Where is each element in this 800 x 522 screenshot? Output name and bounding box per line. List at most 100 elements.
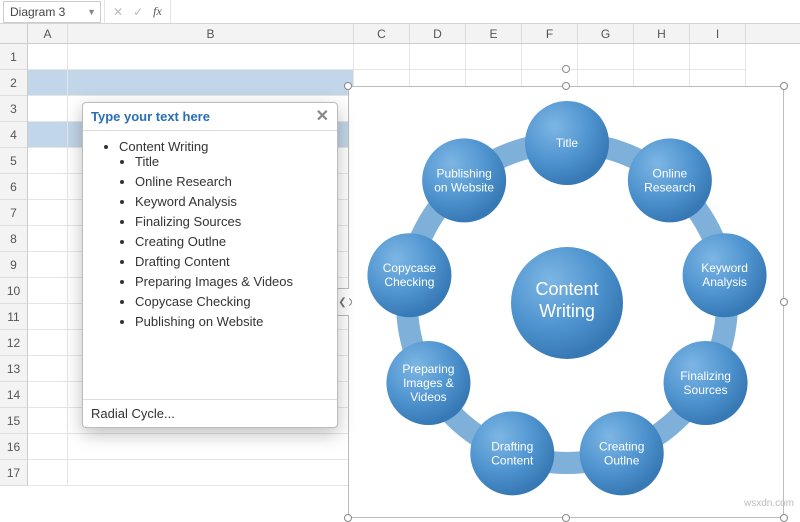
resize-handle[interactable]	[562, 514, 570, 522]
cell[interactable]	[28, 304, 68, 330]
fx-icon[interactable]: fx	[153, 4, 162, 19]
text-pane-item[interactable]: Publishing on Website	[135, 314, 329, 329]
text-pane-root[interactable]: Content Writing	[119, 139, 208, 154]
row-header[interactable]: 5	[0, 148, 27, 174]
name-box-value: Diagram 3	[10, 5, 65, 19]
diagram-node-label: Sources	[684, 383, 728, 397]
diagram-node-label: Content	[491, 453, 534, 467]
name-box[interactable]: Diagram 3 ▼	[3, 1, 101, 23]
cell[interactable]	[68, 44, 354, 70]
diagram-node-label: Analysis	[702, 275, 747, 289]
rotate-handle[interactable]	[562, 65, 570, 73]
text-pane-item[interactable]: Online Research	[135, 174, 329, 189]
diagram-node-label: Creating	[599, 439, 644, 453]
text-pane-item[interactable]: Keyword Analysis	[135, 194, 329, 209]
row-header[interactable]: 2	[0, 70, 27, 96]
text-pane-item[interactable]: Title	[135, 154, 329, 169]
diagram-node-label: Checking	[384, 275, 434, 289]
cell[interactable]	[28, 44, 68, 70]
smartart-text-pane[interactable]: Type your text here ✕ Content Writing Ti…	[82, 102, 338, 428]
column-header[interactable]: E	[466, 24, 522, 43]
text-pane-list[interactable]: Content Writing Title Online Research Keyw…	[83, 131, 337, 399]
diagram-node-label: Preparing	[402, 362, 454, 376]
column-header[interactable]: D	[410, 24, 466, 43]
diagram-node-label: Videos	[410, 390, 446, 404]
text-pane-item[interactable]: Finalizing Sources	[135, 214, 329, 229]
cell[interactable]	[28, 330, 68, 356]
column-header[interactable]: G	[578, 24, 634, 43]
cell[interactable]	[28, 278, 68, 304]
radial-cycle-diagram: ContentWritingTitleOnlineResearchKeyword…	[349, 87, 785, 519]
diagram-node-label: Finalizing	[680, 369, 731, 383]
cancel-icon[interactable]: ✕	[113, 5, 123, 19]
cell[interactable]	[68, 460, 354, 486]
smartart-frame[interactable]: ❮ ContentWritingTitleOnlineResearchKeywo…	[348, 86, 784, 518]
cell[interactable]	[28, 200, 68, 226]
resize-handle[interactable]	[780, 514, 788, 522]
chevron-down-icon: ▼	[87, 7, 100, 17]
text-pane-item[interactable]: Preparing Images & Videos	[135, 274, 329, 289]
cell[interactable]	[68, 434, 354, 460]
cell[interactable]	[28, 148, 68, 174]
close-icon[interactable]: ✕	[316, 111, 329, 123]
row-header[interactable]: 1	[0, 44, 27, 70]
column-header[interactable]: B	[68, 24, 354, 43]
text-pane-item[interactable]: Copycase Checking	[135, 294, 329, 309]
column-header[interactable]: H	[634, 24, 690, 43]
cell[interactable]	[28, 408, 68, 434]
diagram-node-label: Online	[653, 166, 688, 180]
column-header[interactable]: I	[690, 24, 746, 43]
cell[interactable]	[354, 44, 410, 70]
text-pane-footer: Radial Cycle...	[83, 399, 337, 427]
cell[interactable]	[690, 44, 746, 70]
row-header[interactable]: 15	[0, 408, 27, 434]
column-header[interactable]: F	[522, 24, 578, 43]
cell[interactable]	[68, 70, 354, 96]
text-pane-item[interactable]: Creating Outlne	[135, 234, 329, 249]
cell[interactable]	[28, 226, 68, 252]
row-header[interactable]: 7	[0, 200, 27, 226]
diagram-node-label: Images &	[403, 376, 454, 390]
text-pane-item[interactable]: Drafting Content	[135, 254, 329, 269]
row-header[interactable]: 13	[0, 356, 27, 382]
cell[interactable]	[28, 122, 68, 148]
column-header[interactable]: A	[28, 24, 68, 43]
worksheet: ABCDEFGHI 1234567891011121314151617 ❮ Co…	[0, 24, 800, 511]
cell[interactable]	[28, 96, 68, 122]
resize-handle[interactable]	[344, 514, 352, 522]
cell[interactable]	[28, 382, 68, 408]
column-header[interactable]: C	[354, 24, 410, 43]
cell[interactable]	[28, 252, 68, 278]
row-header[interactable]: 3	[0, 96, 27, 122]
row-header[interactable]: 6	[0, 174, 27, 200]
formula-input[interactable]	[170, 0, 800, 23]
row-header[interactable]: 17	[0, 460, 27, 486]
diagram-node-label: on Website	[434, 180, 494, 194]
row-header[interactable]: 4	[0, 122, 27, 148]
row-header[interactable]: 9	[0, 252, 27, 278]
row-header[interactable]: 8	[0, 226, 27, 252]
resize-handle[interactable]	[344, 82, 352, 90]
row-header[interactable]: 11	[0, 304, 27, 330]
diagram-center-label: Writing	[539, 301, 595, 321]
row-header[interactable]: 16	[0, 434, 27, 460]
cell[interactable]	[522, 44, 578, 70]
cell[interactable]	[28, 434, 68, 460]
resize-handle[interactable]	[780, 298, 788, 306]
row-header[interactable]: 10	[0, 278, 27, 304]
resize-handle[interactable]	[780, 82, 788, 90]
cell[interactable]	[410, 44, 466, 70]
row-header[interactable]: 12	[0, 330, 27, 356]
select-all-corner[interactable]	[0, 24, 28, 43]
cell[interactable]	[578, 44, 634, 70]
cell[interactable]	[28, 460, 68, 486]
cell[interactable]	[28, 356, 68, 382]
resize-handle[interactable]	[562, 82, 570, 90]
cell[interactable]	[466, 44, 522, 70]
row-header[interactable]: 14	[0, 382, 27, 408]
cell[interactable]	[28, 70, 68, 96]
cell[interactable]	[634, 44, 690, 70]
diagram-node-label: Copycase	[383, 261, 437, 275]
cell[interactable]	[28, 174, 68, 200]
enter-icon[interactable]: ✓	[133, 5, 143, 19]
